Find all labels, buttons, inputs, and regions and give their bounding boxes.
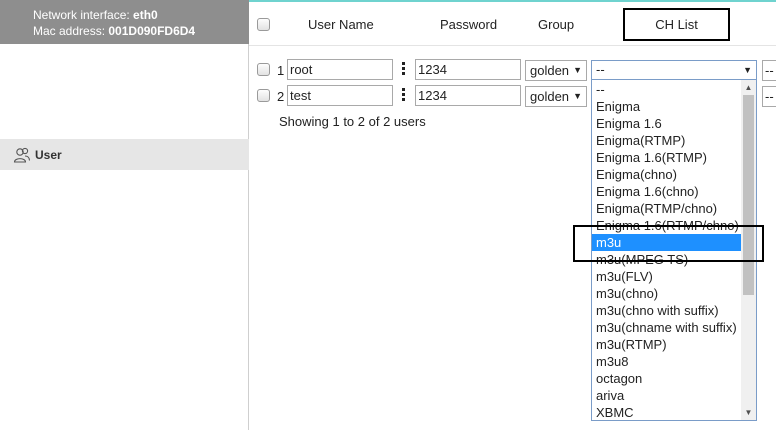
ch-list-option[interactable]: m3u(FLV) [592, 268, 741, 285]
ch-list-option[interactable]: m3u(chno) [592, 285, 741, 302]
ch-list-option[interactable]: Enigma 1.6(chno) [592, 183, 741, 200]
row-menu-icon[interactable] [402, 62, 406, 76]
network-interface-label: Network interface: [33, 8, 130, 22]
password-input[interactable]: 1234 [415, 85, 521, 106]
group-select-value: golden [530, 63, 570, 78]
header-accent-line [249, 0, 776, 2]
ch-list-select[interactable]: -- ▼ [591, 60, 757, 80]
row-menu-icon[interactable] [402, 88, 406, 102]
m3u-highlight-box [573, 225, 764, 262]
ch-list-option[interactable]: m3u(chname with suffix) [592, 319, 741, 336]
ch-list-option[interactable]: Enigma 1.6 [592, 115, 741, 132]
mac-address-value: 001D090FD6D4 [108, 24, 196, 38]
scroll-down-icon[interactable]: ▼ [741, 405, 756, 420]
ch-list-select-value: -- [596, 62, 605, 77]
sidebar-item-user-label: User [35, 147, 62, 162]
username-input[interactable]: test [287, 85, 393, 106]
mac-address-line: Mac address: 001D090FD6D4 [33, 24, 195, 38]
network-info-panel: Network interface: eth0 Mac address: 001… [0, 0, 249, 44]
ch-list-option[interactable]: octagon [592, 370, 741, 387]
row-checkbox[interactable] [257, 63, 270, 76]
table-footer-count: Showing 1 to 2 of 2 users [279, 114, 426, 129]
ch-list-option[interactable]: Enigma [592, 98, 741, 115]
mac-address-label: Mac address: [33, 24, 106, 38]
header-ch-list: CH List [623, 8, 730, 41]
ch-list-option[interactable]: m3u(chno with suffix) [592, 302, 741, 319]
ch-list-option[interactable]: ariva [592, 387, 741, 404]
select-all-checkbox[interactable] [257, 18, 270, 31]
extra-select[interactable]: -- [762, 86, 776, 107]
ch-list-option[interactable]: m3u8 [592, 353, 741, 370]
ch-list-option[interactable]: Enigma(RTMP/chno) [592, 200, 741, 217]
ch-list-option[interactable]: Enigma 1.6(RTMP) [592, 149, 741, 166]
group-select-value: golden [530, 89, 570, 104]
ch-list-option[interactable]: -- [592, 81, 741, 98]
ch-list-option[interactable]: Enigma(chno) [592, 166, 741, 183]
group-select[interactable]: golden ▼ [525, 60, 587, 81]
network-interface-line: Network interface: eth0 [33, 8, 158, 22]
extra-select[interactable]: -- [762, 60, 776, 81]
row-number: 1 [277, 63, 285, 78]
sidebar: Network interface: eth0 Mac address: 001… [0, 0, 249, 430]
ch-list-option[interactable]: XBMC [592, 404, 741, 420]
header-group: Group [538, 17, 575, 32]
ch-list-option[interactable]: m3u(RTMP) [592, 336, 741, 353]
chevron-down-icon: ▼ [743, 65, 752, 75]
users-icon [13, 147, 31, 163]
chevron-down-icon: ▼ [573, 65, 582, 75]
ch-list-option[interactable]: Enigma(RTMP) [592, 132, 741, 149]
header-ch-list-label: CH List [655, 17, 698, 32]
row-number: 2 [277, 89, 285, 104]
scroll-up-icon[interactable]: ▲ [741, 80, 756, 95]
header-password: Password [440, 17, 498, 32]
chevron-down-icon: ▼ [573, 91, 582, 101]
group-select[interactable]: golden ▼ [525, 86, 587, 107]
sidebar-item-user[interactable]: User [0, 139, 249, 170]
header-divider [249, 45, 776, 46]
password-input[interactable]: 1234 [415, 59, 521, 80]
network-interface-value: eth0 [133, 8, 158, 22]
row-checkbox[interactable] [257, 89, 270, 102]
scrollbar-thumb[interactable] [743, 95, 754, 295]
header-user-name: User Name [308, 17, 374, 32]
username-input[interactable]: root [287, 59, 393, 80]
